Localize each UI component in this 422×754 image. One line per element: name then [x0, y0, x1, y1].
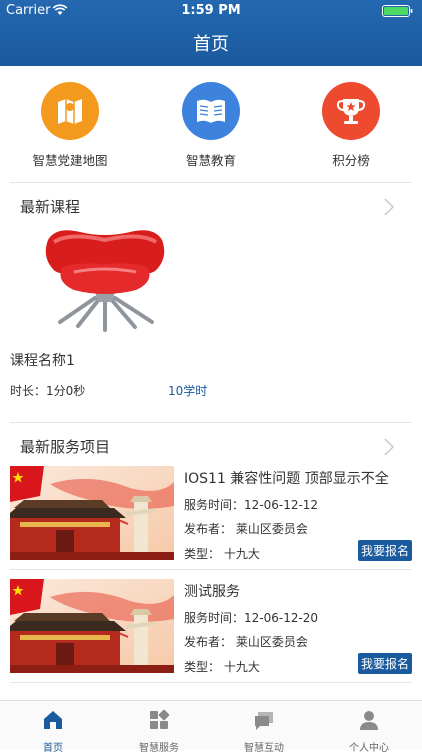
section-header-services[interactable]: 最新服务项目 — [20, 436, 402, 460]
chevron-right-icon — [384, 438, 394, 456]
service-time: 服务时间：12-06-12-12 — [184, 498, 319, 512]
service-title: IOS11 兼容性问题 顶部显示不全 — [184, 471, 389, 487]
section-header-courses[interactable]: 最新课程 — [20, 196, 402, 220]
tab-profile[interactable]: 个人中心 — [316, 701, 422, 754]
signup-button[interactable]: 我要报名 — [357, 653, 412, 674]
divider — [10, 182, 412, 183]
section-title: 最新服务项目 — [20, 438, 111, 456]
divider — [10, 682, 412, 683]
service-thumbnail — [10, 466, 174, 560]
service-item[interactable]: 测试服务 服务时间：12-06-12-20 发布者： 莱山区委员会 类型： 十九… — [0, 579, 422, 691]
course-thumbnail[interactable] — [40, 226, 170, 336]
divider — [10, 422, 412, 423]
chevron-right-icon — [384, 198, 394, 216]
chat-icon — [255, 712, 273, 730]
person-icon — [360, 711, 378, 730]
book-icon — [182, 82, 240, 140]
quick-item-label: 积分榜 — [332, 153, 370, 168]
status-bar: Carrier 1:59 PM — [0, 0, 422, 22]
tab-label: 个人中心 — [349, 743, 389, 754]
divider — [10, 569, 412, 570]
service-publisher: 发布者： 莱山区委员会 — [184, 635, 308, 649]
service-publisher: 发布者： 莱山区委员会 — [184, 522, 308, 536]
grid-icon — [150, 709, 170, 729]
page-title: 首页 — [193, 34, 229, 55]
tab-label: 智慧互动 — [244, 743, 284, 754]
signup-button[interactable]: 我要报名 — [357, 540, 412, 561]
service-title: 测试服务 — [184, 584, 240, 600]
tab-smart-interaction[interactable]: 智慧互动 — [211, 701, 317, 754]
tab-home[interactable]: 首页 — [0, 701, 106, 754]
quick-item-party-map[interactable]: 智慧党建地图 — [10, 82, 130, 169]
clock: 1:59 PM — [181, 3, 241, 18]
battery-icon — [382, 5, 413, 17]
home-icon — [44, 711, 62, 729]
quick-actions: 智慧党建地图 智慧教育 积分榜 — [0, 82, 422, 172]
service-time: 服务时间：12-06-12-20 — [184, 611, 319, 625]
quick-item-label: 智慧教育 — [185, 153, 236, 168]
quick-item-leaderboard[interactable]: 积分榜 — [291, 82, 411, 169]
tab-bar: 首页 智慧服务 智慧互动 个人中心 — [0, 700, 422, 754]
service-type: 类型： 十九大 — [184, 547, 260, 561]
service-type: 类型： 十九大 — [184, 660, 260, 674]
course-hours: 10学时 — [168, 384, 208, 398]
nav-header: Carrier 1:59 PM 首页 — [0, 0, 422, 66]
tiananmen-banner-image — [10, 466, 174, 560]
service-thumbnail — [10, 579, 174, 673]
quick-item-label: 智慧党建地图 — [32, 153, 108, 168]
map-icon — [41, 82, 99, 140]
section-title: 最新课程 — [20, 198, 81, 216]
service-item[interactable]: IOS11 兼容性问题 顶部显示不全 服务时间：12-06-12-12 发布者：… — [0, 466, 422, 578]
tiananmen-banner-image — [10, 579, 174, 673]
course-name[interactable]: 课程名称1 — [10, 350, 75, 370]
course-duration: 时长：1分0秒 — [10, 384, 86, 398]
tab-smart-service[interactable]: 智慧服务 — [106, 701, 212, 754]
red-chair-image — [45, 230, 165, 332]
trophy-icon — [322, 82, 380, 140]
tab-label: 智慧服务 — [139, 743, 179, 754]
quick-item-education[interactable]: 智慧教育 — [151, 82, 271, 169]
tab-label: 首页 — [43, 743, 63, 754]
